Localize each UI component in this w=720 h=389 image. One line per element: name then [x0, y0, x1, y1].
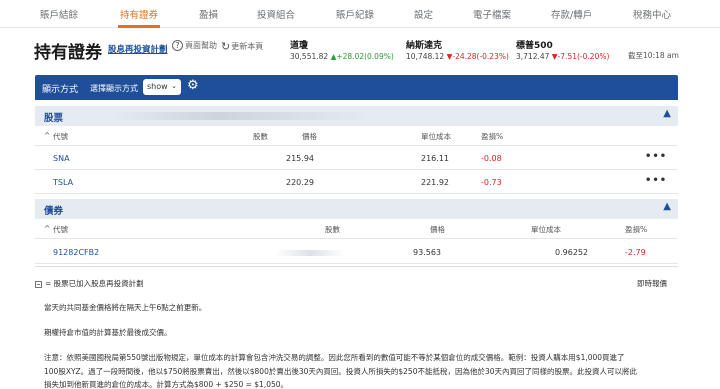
top-navigation: 賬戶結餘 持有證券 盈損 投資組合 賬戶紀錄 設定 電子檔案 存款/轉戶 稅務中… [0, 0, 720, 28]
index-value: 30,551.82 [290, 52, 329, 61]
index-change: -24.28(-0.23%) [452, 52, 509, 61]
row-unit-cost: 221.92 [421, 178, 449, 187]
table-row: SNA 215.94 216.11 -0.08 ••• [35, 147, 678, 170]
display-toolbar: 顯示方式 選擇顯示方式 show ⌄ ⚙ [35, 75, 678, 100]
select-view-label: 選擇顯示方式 [90, 84, 138, 93]
wash-sale-note-line3: 損失加到他新買進的倉位的成本。計算方式為$800 + $250 = $1,050… [44, 380, 289, 389]
realtime-quotes-link[interactable]: 即時報價 [637, 278, 667, 289]
table-row: TSLA 220.29 221.92 -0.73 ••• [35, 171, 678, 194]
index-name: 納斯達克 [406, 41, 443, 51]
drip-legend: = 股票已加入股息再投資計劃 [35, 278, 144, 289]
page-title: 持有證券 [34, 43, 102, 63]
row-unit-cost: 0.96252 [555, 248, 589, 257]
more-options-icon[interactable]: ••• [645, 175, 667, 186]
nav-item-settings[interactable]: 設定 [414, 7, 433, 21]
row-gain-pct: -2.79 [625, 248, 646, 257]
column-unit-cost[interactable]: 單位成本 [531, 224, 561, 235]
nav-item-portfolio[interactable]: 投資組合 [257, 7, 295, 21]
nav-item-positions[interactable]: 持有證券 [120, 7, 158, 21]
index-dow: 道瓊 30,551.82 ▲+28.02(0.09%) [290, 38, 394, 61]
collapse-icon[interactable]: ▲ [663, 201, 671, 212]
column-price[interactable]: 價格 [302, 131, 317, 142]
more-options-icon[interactable]: ••• [645, 151, 667, 162]
nav-item-deposits-transfers[interactable]: 存款/轉戶 [551, 7, 592, 21]
bonds-column-header: ^ 代號 股數 價格 單位成本 盈損% [35, 219, 678, 239]
row-gain-pct: -0.08 [481, 154, 502, 163]
index-value: 10,748.12 [406, 52, 445, 61]
section-title-stocks: 股票 [44, 113, 64, 124]
collapse-icon[interactable]: ▲ [663, 108, 671, 119]
drip-link[interactable]: 股息再投資計劃 [108, 43, 168, 55]
refresh-button[interactable]: ↻更新本頁 [221, 40, 263, 53]
index-nasdaq: 納斯達克 10,748.12 ▼-24.28(-0.23%) [406, 38, 509, 61]
help-icon: ? [172, 40, 183, 51]
row-price: 220.29 [286, 178, 314, 187]
sort-caret-icon[interactable]: ^ [44, 224, 50, 233]
sort-caret-icon[interactable]: ^ [44, 131, 50, 140]
view-select-value: show [147, 82, 168, 91]
table-bottom-border [35, 266, 678, 267]
display-mode-label: 顯示方式 [42, 85, 79, 95]
view-select[interactable]: show ⌄ [143, 79, 181, 95]
column-gain-pct[interactable]: 盈損% [625, 224, 647, 235]
row-gain-pct: -0.73 [481, 178, 502, 187]
section-header-bonds[interactable]: 債券 ▲ [35, 199, 678, 219]
nav-item-history[interactable]: 賬戶紀錄 [336, 7, 374, 21]
row-symbol[interactable]: TSLA [53, 178, 73, 187]
chevron-down-icon: ⌄ [171, 82, 177, 90]
index-name: 標普500 [516, 41, 553, 51]
redacted-summary [113, 112, 373, 120]
row-price: 215.94 [286, 154, 314, 163]
index-change: +28.02(0.09%) [336, 52, 394, 61]
wash-sale-note-line2: 100股XYZ。過了一段時間後，他以$750將股票賣出，然後以$800於賣出後3… [44, 367, 638, 376]
row-unit-cost: 216.11 [421, 154, 449, 163]
drip-legend-text: = 股票已加入股息再投資計劃 [45, 279, 144, 288]
help-label: 頁面幫助 [185, 41, 217, 50]
refresh-icon: ↻ [221, 40, 231, 53]
active-tab-indicator [118, 25, 160, 28]
section-title-bonds: 債券 [44, 206, 64, 217]
column-shares[interactable]: 股數 [325, 224, 340, 235]
column-price[interactable]: 價格 [430, 224, 445, 235]
drip-indicator-icon [35, 280, 42, 288]
row-symbol[interactable]: 91282CFB2 [53, 248, 99, 257]
index-name: 道瓊 [290, 41, 309, 51]
column-gain-pct[interactable]: 盈損% [481, 131, 503, 142]
stocks-column-header: ^ 代號 股數 價格 單位成本 盈損% [35, 126, 678, 146]
column-shares[interactable]: 股數 [253, 131, 268, 142]
as-of-time: 截至10:18 am [628, 51, 679, 60]
redacted-shares [275, 250, 345, 256]
section-header-stocks[interactable]: 股票 ▲ [35, 106, 678, 126]
wash-sale-note-line1: 注意：依照美國國稅局第550號出版物規定，單位成本的計算會包含沖洗交易的調整。因… [44, 353, 625, 362]
index-value: 3,712.47 [516, 52, 550, 61]
nav-item-documents[interactable]: 電子檔案 [473, 7, 511, 21]
mutual-fund-note: 當天的共同基金價格將在隔天上午6點之前更新。 [44, 303, 207, 312]
refresh-label: 更新本頁 [231, 42, 264, 51]
index-change: -7.51(-0.20%) [557, 52, 610, 61]
options-note: 期權持倉市值的計算基於最後成交價。 [44, 328, 172, 337]
nav-item-tax-center[interactable]: 稅務中心 [633, 7, 671, 21]
column-symbol[interactable]: 代號 [53, 224, 68, 235]
row-price: 93.563 [413, 248, 441, 257]
gear-icon[interactable]: ⚙ [187, 78, 199, 93]
index-sp500: 標普500 3,712.47 ▼-7.51(-0.20%) [516, 38, 609, 61]
column-symbol[interactable]: 代號 [53, 131, 68, 142]
help-button[interactable]: ? 頁面幫助 [172, 40, 217, 51]
table-row: 91282CFB2 93.563 0.96252 -2.79 [35, 241, 678, 264]
nav-item-gain-loss[interactable]: 盈損 [199, 7, 218, 21]
nav-item-account-balance[interactable]: 賬戶結餘 [40, 7, 78, 21]
column-unit-cost[interactable]: 單位成本 [421, 131, 451, 142]
row-symbol[interactable]: SNA [53, 154, 70, 163]
